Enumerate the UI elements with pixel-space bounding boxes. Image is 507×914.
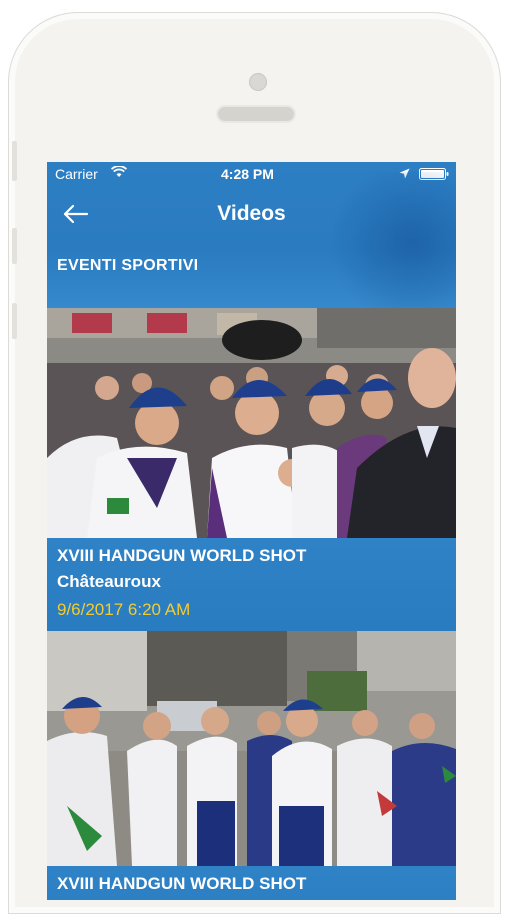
section-label: EVENTI SPORTIVI <box>57 257 199 274</box>
front-camera <box>249 73 267 91</box>
battery-icon <box>419 168 449 180</box>
carrier-label: Carrier <box>55 166 98 182</box>
page-title: Videos <box>217 202 286 225</box>
earpiece-speaker <box>216 105 296 123</box>
video-date: 9/6/2017 6:20 AM <box>57 600 191 619</box>
wifi-icon <box>111 166 127 177</box>
volume-up-button <box>12 228 17 264</box>
video-card[interactable]: XVIII HANDGUN WORLD SHOT <box>47 631 456 900</box>
mute-switch <box>12 141 17 181</box>
video-title: XVIII HANDGUN WORLD SHOT <box>57 546 307 565</box>
video-location: Châteauroux <box>57 572 161 591</box>
video-thumbnail <box>47 631 456 866</box>
location-arrow-icon <box>399 168 410 179</box>
app-screen: Carrier 4:28 PM Videos EVENTI SPORTIVI X… <box>47 162 456 900</box>
video-caption: XVIII HANDGUN WORLD SHOT Châteauroux 9/6… <box>47 538 456 631</box>
header: Carrier 4:28 PM Videos EVENTI SPORTIVI <box>47 162 456 308</box>
video-thumbnail <box>47 308 456 538</box>
video-list: XVIII HANDGUN WORLD SHOT Châteauroux 9/6… <box>47 308 456 900</box>
status-bar: Carrier 4:28 PM <box>47 162 456 184</box>
volume-down-button <box>12 303 17 339</box>
video-card[interactable]: XVIII HANDGUN WORLD SHOT Châteauroux 9/6… <box>47 308 456 631</box>
clock: 4:28 PM <box>221 166 274 182</box>
video-caption: XVIII HANDGUN WORLD SHOT <box>47 866 456 900</box>
video-title: XVIII HANDGUN WORLD SHOT <box>57 874 307 893</box>
